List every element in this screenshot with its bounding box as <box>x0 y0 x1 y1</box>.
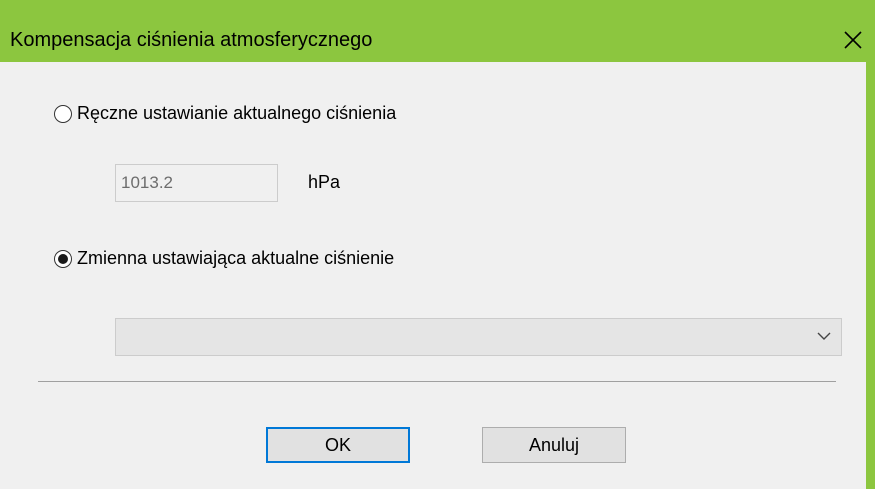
chevron-down-icon <box>817 332 831 340</box>
close-button[interactable] <box>831 22 875 58</box>
dialog-divider <box>38 381 836 382</box>
pressure-unit-label: hPa <box>308 172 341 192</box>
manual-pressure-radio[interactable] <box>54 104 72 123</box>
variable-pressure-radio[interactable] <box>54 249 72 268</box>
pressure-variable-dropdown[interactable] <box>115 318 842 356</box>
window-border-right <box>866 62 875 489</box>
ok-button[interactable]: OK <box>266 427 410 463</box>
close-icon <box>844 31 862 49</box>
pressure-value-input[interactable] <box>115 164 278 202</box>
dialog-client-area <box>0 62 866 489</box>
manual-pressure-label: Ręczne ustawianie aktualnego ciśnienia <box>77 103 397 123</box>
variable-pressure-option[interactable]: Zmienna ustawiająca aktualne ciśnienie <box>54 248 394 269</box>
window-title: Kompensacja ciśnienia atmosferycznego <box>10 29 373 51</box>
variable-pressure-label: Zmienna ustawiająca aktualne ciśnienie <box>77 248 395 268</box>
manual-pressure-option[interactable]: Ręczne ustawianie aktualnego ciśnienia <box>54 103 396 124</box>
cancel-button[interactable]: Anuluj <box>482 427 626 463</box>
dialog-window: Kompensacja ciśnienia atmosferycznego Rę… <box>0 0 875 489</box>
